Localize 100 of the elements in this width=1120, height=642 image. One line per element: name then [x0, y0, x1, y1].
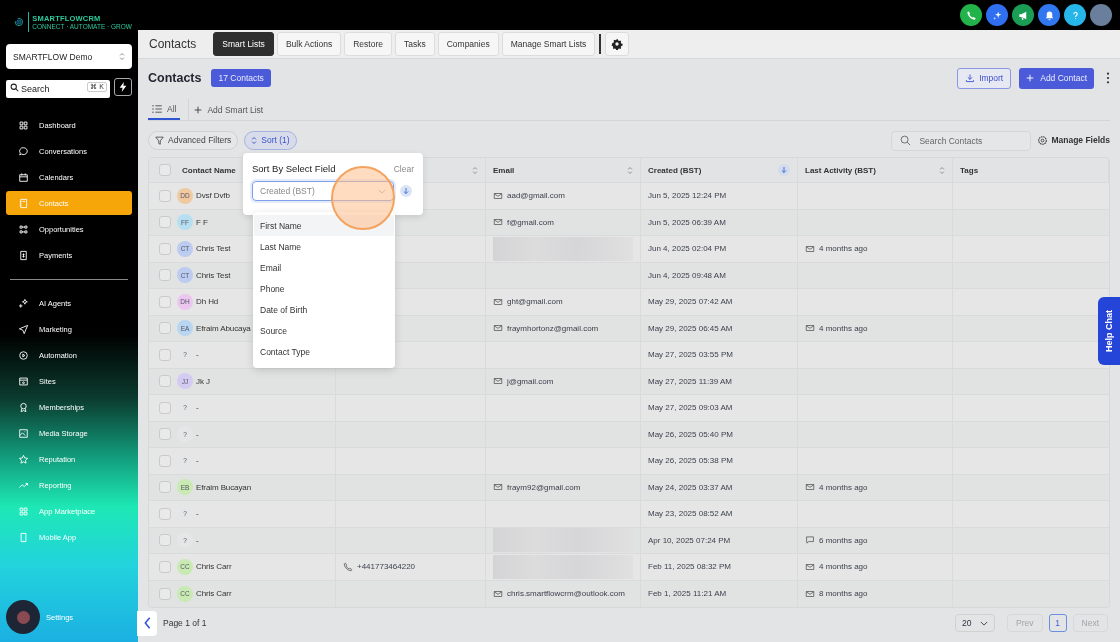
paper-plane-icon — [18, 323, 29, 335]
contact-name[interactable]: Dvsf Dvfb — [196, 191, 230, 201]
last-activity: 4 months ago — [819, 562, 868, 572]
select-all-checkbox[interactable] — [159, 164, 171, 176]
contact-name[interactable]: - — [196, 456, 199, 466]
help-button[interactable] — [1064, 4, 1086, 26]
grid-icon — [18, 505, 29, 517]
list-tab[interactable]: All — [148, 99, 181, 120]
contact-card-icon — [18, 197, 29, 209]
mobile-phone-icon — [18, 531, 29, 543]
row-checkbox[interactable] — [159, 507, 171, 520]
phone-button[interactable] — [960, 4, 982, 26]
import-button[interactable]: Import — [957, 67, 1012, 89]
more-options-icon[interactable] — [1106, 72, 1110, 84]
chevron-down-icon — [980, 620, 989, 626]
created-date: May 27, 2025 11:39 AM — [648, 376, 732, 386]
contact-name[interactable]: Dh Hd — [196, 297, 219, 307]
add-contact-button[interactable]: Add Contact — [1019, 67, 1094, 89]
dropdown-option[interactable]: Phone — [254, 278, 394, 299]
notifications-button[interactable] — [1038, 4, 1060, 26]
created-date: Jun 5, 2025 06:39 AM — [648, 217, 726, 227]
account-switcher[interactable]: SMARTFLOW Demo — [6, 44, 132, 69]
row-checkbox[interactable] — [159, 481, 171, 494]
page-heading: Contacts — [148, 71, 202, 85]
sort-descending-icon[interactable] — [778, 164, 790, 176]
tab[interactable]: Companies — [437, 32, 499, 56]
advanced-filters-button[interactable]: Advanced Filters — [148, 130, 239, 150]
tab[interactable]: Manage Smart Lists — [501, 32, 596, 56]
record-button[interactable] — [6, 600, 40, 634]
created-date: May 27, 2025 09:03 AM — [648, 403, 733, 413]
page-size-select[interactable]: 20 — [955, 614, 996, 632]
row-checkbox[interactable] — [159, 295, 171, 308]
row-checkbox[interactable] — [159, 322, 171, 335]
megaphone-button[interactable] — [1012, 4, 1034, 26]
dropdown-option[interactable]: Last Name — [254, 236, 394, 257]
sort-button[interactable]: Sort (1) — [244, 130, 297, 150]
contact-name[interactable]: Chris Test — [196, 244, 231, 254]
contact-name[interactable]: Chris Carr — [196, 589, 232, 599]
lightning-button[interactable] — [114, 78, 132, 96]
dropdown-option[interactable]: Source — [254, 320, 394, 341]
sparkle-icon — [18, 297, 29, 309]
column-header: Created (BST) — [648, 165, 702, 175]
row-checkbox[interactable] — [159, 242, 171, 255]
sparkle-button[interactable] — [986, 4, 1008, 26]
page-number-button[interactable]: 1 — [1048, 614, 1067, 632]
clear-link[interactable]: Clear — [393, 163, 414, 174]
sort-descending-icon[interactable] — [400, 185, 412, 197]
tab[interactable]: Tasks — [394, 32, 435, 56]
dropdown-option[interactable]: Contact Type — [254, 341, 394, 362]
envelope-icon — [493, 190, 503, 201]
dropdown-option[interactable]: Date of Birth — [254, 299, 394, 320]
add-smart-list-button[interactable]: Add Smart List — [188, 99, 264, 120]
created-date: May 26, 2025 05:38 PM — [648, 456, 733, 466]
plus-icon — [1026, 74, 1035, 82]
sparkle-icon — [991, 9, 1003, 21]
row-checkbox[interactable] — [159, 454, 171, 467]
row-checkbox[interactable] — [159, 269, 171, 282]
sort-arrows-icon[interactable] — [472, 165, 478, 175]
contact-name[interactable]: - — [196, 350, 199, 360]
contact-name[interactable]: Efraim Abucaya — [196, 323, 251, 333]
contact-name[interactable]: Chris Test — [196, 270, 231, 280]
row-checkbox[interactable] — [159, 348, 171, 361]
dropdown-option[interactable]: Email — [254, 257, 394, 278]
row-checkbox[interactable] — [159, 216, 171, 229]
tab[interactable]: Smart Lists — [213, 32, 274, 56]
contact-name[interactable]: - — [196, 535, 199, 545]
phone-icon — [965, 9, 977, 21]
contact-name[interactable]: - — [196, 509, 199, 519]
contact-name[interactable]: Efraim Bucayan — [196, 482, 252, 492]
sort-arrows-icon[interactable] — [939, 165, 945, 175]
settings-button[interactable] — [605, 32, 630, 56]
contact-name[interactable]: F F — [196, 217, 208, 227]
contact-name[interactable]: - — [196, 429, 199, 439]
row-checkbox[interactable] — [159, 401, 171, 414]
email-address: f@gmail.com — [507, 217, 554, 227]
row-checkbox[interactable] — [159, 534, 171, 547]
row-checkbox[interactable] — [159, 428, 171, 441]
last-activity: 4 months ago — [819, 482, 868, 492]
help-chat-button[interactable]: Help Chat — [1098, 297, 1120, 365]
search-contacts-field[interactable]: Search Contacts — [891, 131, 1032, 151]
tab[interactable]: Restore — [344, 32, 392, 56]
contact-name[interactable]: Jk J — [196, 376, 210, 386]
created-date: Feb 1, 2025 11:21 AM — [648, 589, 727, 599]
contact-name[interactable]: - — [196, 403, 199, 413]
row-checkbox[interactable] — [159, 560, 171, 573]
image-icon — [18, 427, 29, 439]
phone-icon — [343, 561, 353, 572]
row-checkbox[interactable] — [159, 375, 171, 388]
tab[interactable]: Bulk Actions — [276, 32, 342, 56]
row-checkbox[interactable] — [159, 587, 171, 600]
collapse-sidebar-button[interactable] — [137, 610, 157, 636]
row-checkbox[interactable] — [159, 189, 171, 202]
envelope-icon — [493, 296, 503, 307]
sort-arrows-icon[interactable] — [627, 165, 633, 175]
manage-fields-button[interactable]: Manage Fields — [1037, 134, 1110, 146]
email-address: chris.smartflowcrm@outlook.com — [507, 589, 625, 599]
user-avatar[interactable] — [1090, 4, 1112, 26]
dropdown-option[interactable]: First Name — [254, 215, 394, 236]
contact-name[interactable]: Chris Carr — [196, 562, 232, 572]
column-header: Tags — [960, 165, 979, 175]
